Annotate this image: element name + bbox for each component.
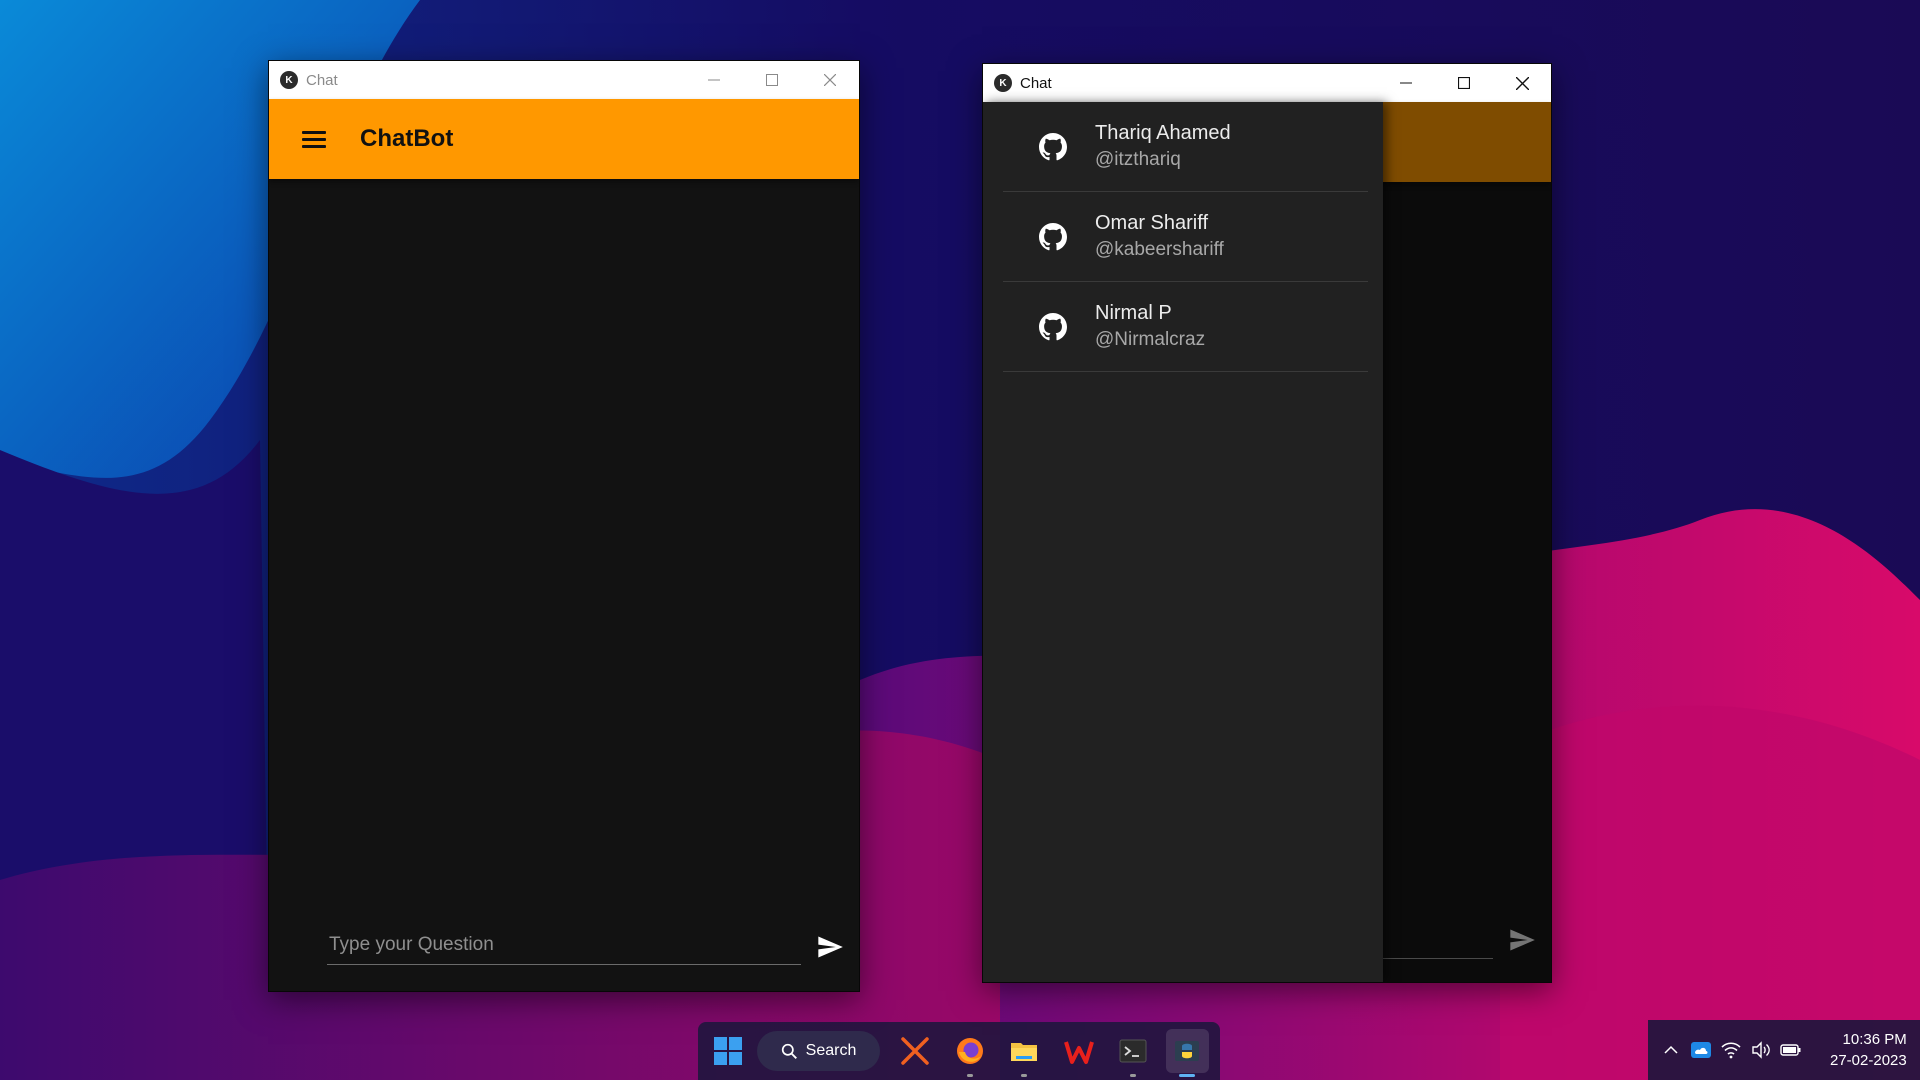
search-label: Search [805, 1042, 857, 1059]
window-title: Chat [1020, 74, 1052, 92]
terminal-icon [1119, 1039, 1147, 1063]
contributor-handle: @kabeershariff [1095, 239, 1224, 260]
kivy-app-icon: K [280, 71, 298, 89]
menu-icon[interactable] [302, 127, 326, 152]
running-indicator [966, 1074, 973, 1077]
input-underline [327, 964, 801, 965]
search-icon [781, 1043, 797, 1059]
chat-window-left: K Chat ChatBot [268, 60, 860, 992]
close-icon [1515, 76, 1529, 90]
top-app-bar: ChatBot [269, 99, 859, 179]
contributor-item[interactable]: Nirmal P @Nirmalcraz [1003, 282, 1368, 372]
kivy-app-icon: K [994, 74, 1012, 92]
start-button[interactable] [706, 1029, 749, 1073]
running-indicator [1179, 1074, 1196, 1077]
contributor-name: Thariq Ahamed [1095, 122, 1231, 144]
send-icon[interactable] [815, 933, 845, 961]
minimize-button[interactable] [685, 61, 743, 99]
file-explorer-icon [1011, 1043, 1038, 1061]
titlebar[interactable]: K Chat [983, 64, 1551, 102]
running-indicator [1021, 1074, 1028, 1077]
contributor-name: Omar Shariff [1095, 212, 1208, 234]
chevron-up-icon[interactable] [1660, 1039, 1682, 1061]
app-title: ChatBot [360, 125, 454, 152]
close-button[interactable] [1493, 64, 1551, 102]
github-icon [1039, 132, 1067, 160]
system-tray: 10:36 PM 27-02-2023 [1648, 1020, 1920, 1080]
taskbar-app-firefox[interactable] [948, 1029, 991, 1077]
taskbar-app-terminal[interactable] [1111, 1029, 1154, 1077]
x-app-icon [901, 1037, 930, 1065]
maximize-button[interactable] [1435, 64, 1493, 102]
question-input-row [327, 921, 805, 965]
titlebar[interactable]: K Chat [269, 61, 859, 99]
minimize-button[interactable] [1377, 64, 1435, 102]
maximize-button[interactable] [743, 61, 801, 99]
close-icon [824, 74, 836, 86]
wifi-icon[interactable] [1720, 1039, 1742, 1061]
clock-time: 10:36 PM [1842, 1031, 1907, 1048]
clock-date: 27-02-2023 [1830, 1052, 1907, 1069]
volume-icon[interactable] [1750, 1039, 1772, 1061]
firefox-icon [956, 1038, 983, 1064]
battery-icon[interactable] [1780, 1039, 1802, 1061]
minimize-icon [708, 79, 720, 81]
question-input[interactable] [327, 933, 805, 957]
taskbar-app-x[interactable] [894, 1029, 937, 1073]
taskbar-app-wps[interactable] [1057, 1029, 1100, 1073]
github-icon [1039, 222, 1067, 250]
contributor-item[interactable]: Omar Shariff @kabeershariff [1003, 192, 1368, 282]
input-underline [1383, 958, 1493, 959]
contributor-item[interactable]: Thariq Ahamed @itzthariq [1003, 102, 1368, 192]
minimize-icon [1400, 82, 1412, 84]
taskbar-search-button[interactable]: Search [757, 1031, 880, 1071]
window-title: Chat [306, 71, 338, 89]
running-indicator [1129, 1074, 1136, 1077]
taskbar-app-python[interactable] [1165, 1029, 1210, 1077]
chat-area [269, 179, 859, 991]
contributor-handle: @Nirmalcraz [1095, 329, 1206, 350]
close-button[interactable] [801, 61, 859, 99]
taskbar: Search [698, 1022, 1220, 1080]
navigation-drawer: Thariq Ahamed @itzthariq Omar Shariff @k… [983, 102, 1383, 982]
system-clock[interactable]: 10:36 PM 27-02-2023 [1830, 1029, 1907, 1071]
maximize-icon [766, 74, 778, 86]
maximize-icon [1458, 77, 1470, 89]
send-icon[interactable] [1507, 926, 1537, 954]
chat-window-right: K Chat Thariq Ahamed @itzthariq Omar Sha… [982, 63, 1552, 983]
contributor-handle: @itzthariq [1095, 149, 1181, 170]
windows-start-icon [713, 1037, 742, 1065]
onedrive-icon[interactable] [1690, 1039, 1712, 1061]
github-icon [1039, 312, 1067, 340]
contributor-name: Nirmal P [1095, 302, 1172, 324]
taskbar-app-file-explorer[interactable] [1002, 1029, 1045, 1077]
python-icon [1175, 1041, 1200, 1061]
wps-office-icon [1063, 1041, 1094, 1064]
